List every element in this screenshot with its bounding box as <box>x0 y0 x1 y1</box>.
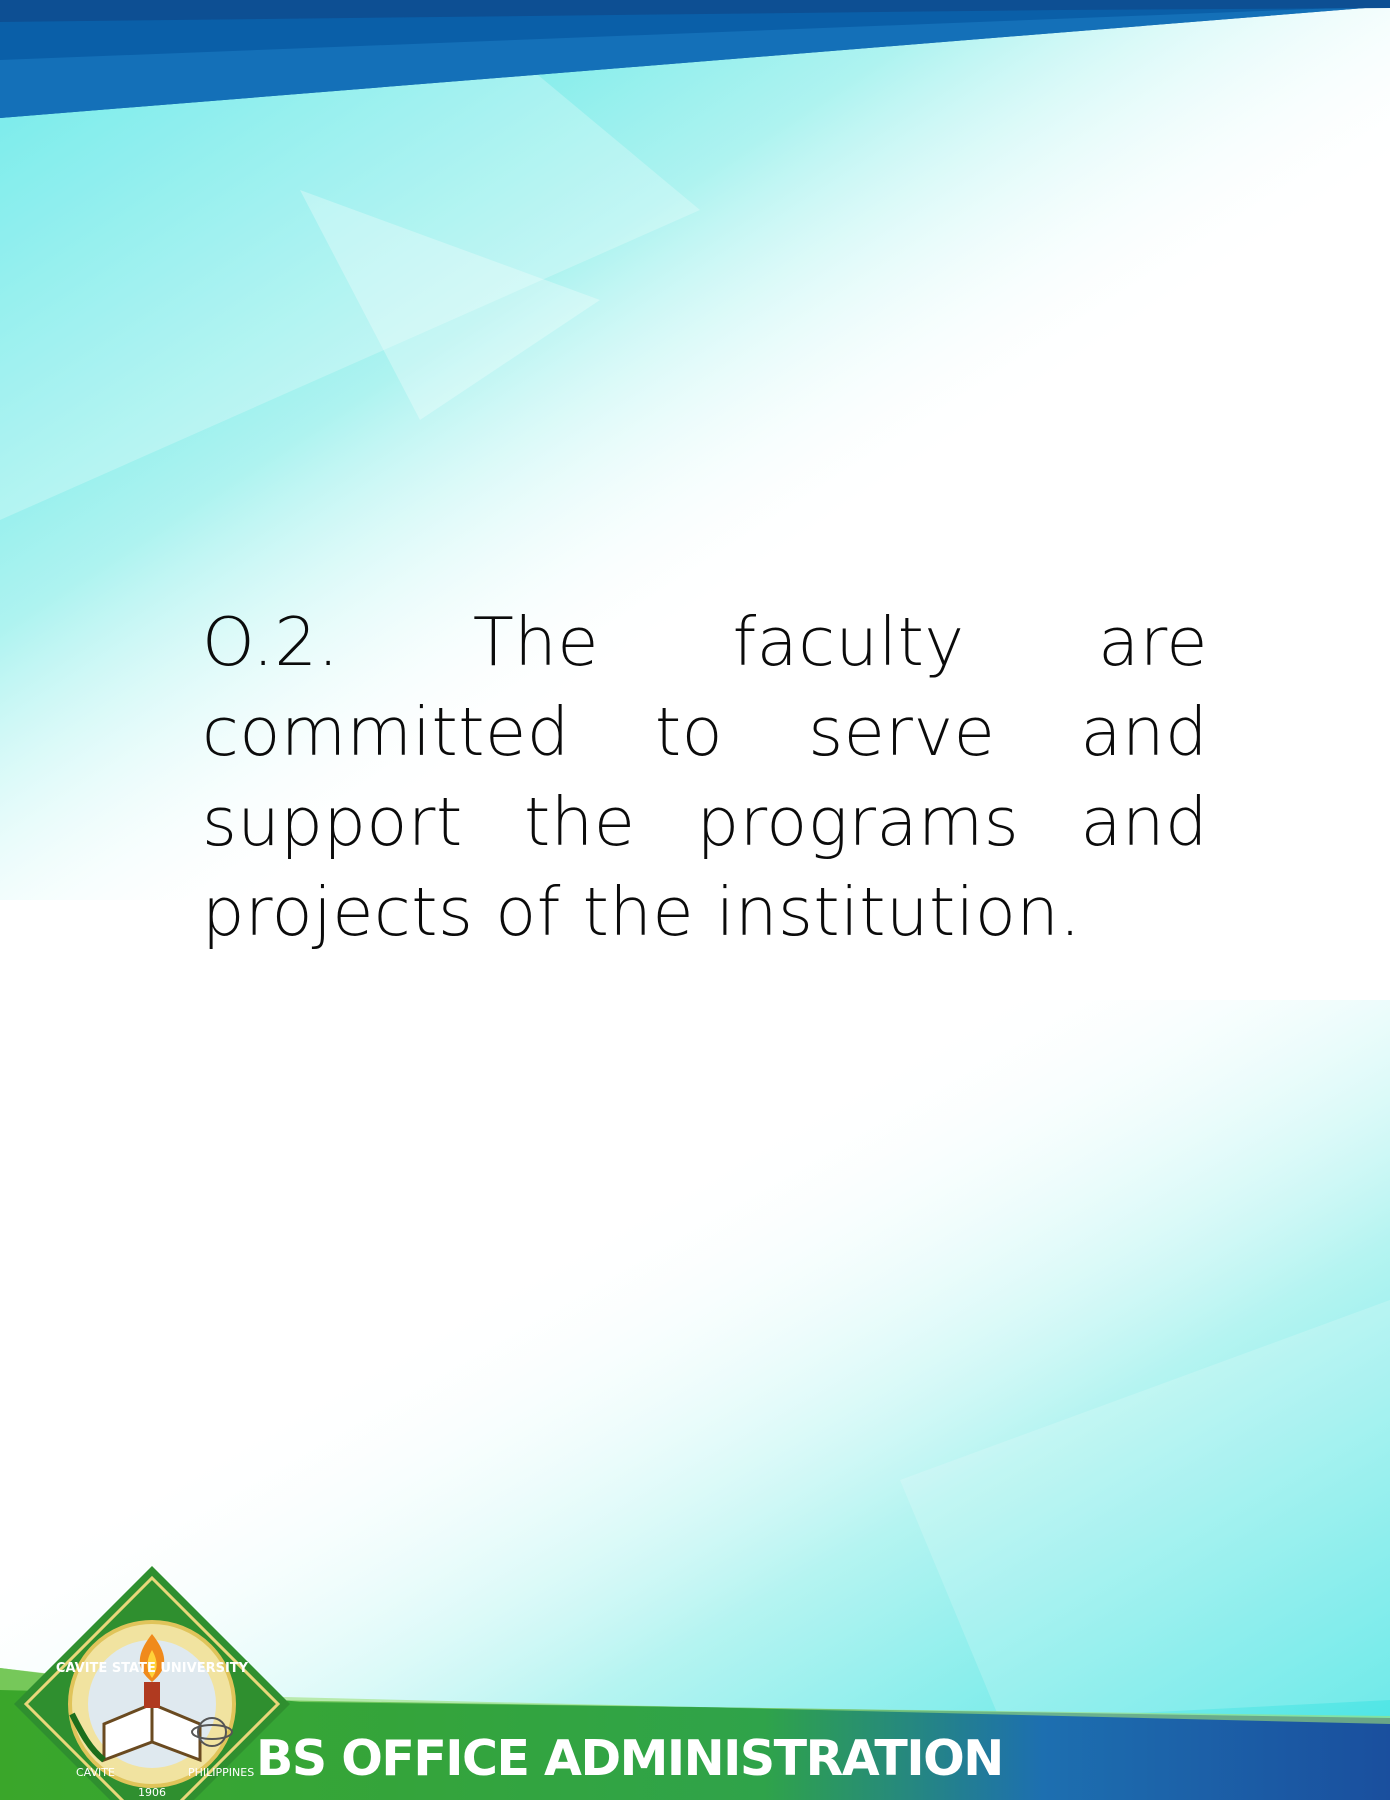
program-title: BS OFFICE ADMINISTRATION <box>256 1730 1004 1787</box>
svg-text:PHILIPPINES: PHILIPPINES <box>188 1766 254 1779</box>
university-seal-logo: CAVITE STATE UNIVERSITY CAVITE PHILIPPIN… <box>14 1566 290 1800</box>
svg-text:CAVITE STATE UNIVERSITY: CAVITE STATE UNIVERSITY <box>56 1661 249 1676</box>
objective-paragraph: O.2. The faculty are committed to serve … <box>202 603 1208 951</box>
svg-text:1906: 1906 <box>138 1786 166 1799</box>
svg-text:CAVITE: CAVITE <box>76 1766 115 1779</box>
